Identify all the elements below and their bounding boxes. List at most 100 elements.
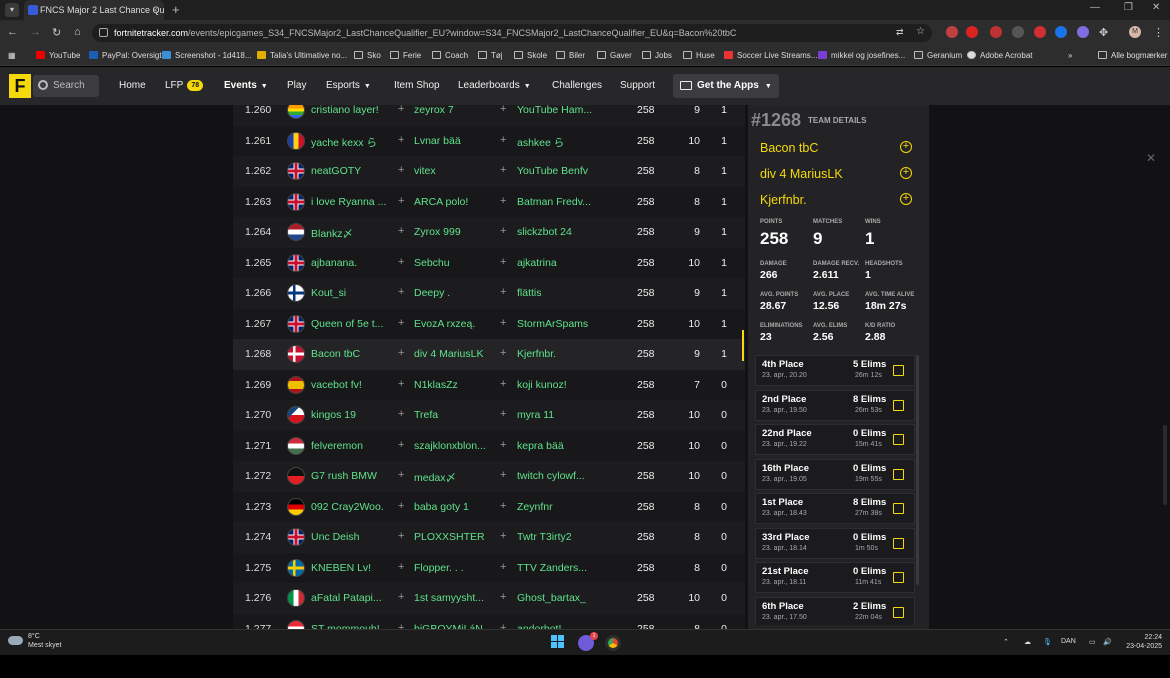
player-name-link[interactable]: Kout_si [311,287,391,299]
close-icon[interactable]: ✕ [1146,151,1156,165]
player-name-link[interactable]: Lvnar bää [414,135,492,147]
nav-home[interactable]: Home [119,67,146,105]
open-external-icon[interactable] [893,572,904,583]
bookmark-folder-skole[interactable]: Skole [514,46,547,66]
player-name-link[interactable]: Zeynfnr [517,501,593,513]
player-name-link[interactable]: Blankz〆 [311,226,391,241]
minimize-icon[interactable]: — [1090,2,1100,13]
leaderboard-row[interactable]: 1.266 Kout_si + Deepy . + flättis 258 9 1 [233,278,745,309]
network-icon[interactable]: ▭ [1089,638,1096,646]
player-name-link[interactable]: Flopper. . . [414,562,492,574]
player-name-link[interactable]: Trefa [414,409,492,421]
player-name-link[interactable]: ajkatrina [517,257,593,269]
bookmark-youtube[interactable]: YouTube [36,46,80,66]
leaderboard-row[interactable]: 1.261 yache kexx ら + Lvnar bää + ashkee ら 258 1… [233,125,745,156]
player-name-link[interactable]: cristiano layer! [311,105,391,116]
open-external-icon[interactable] [893,537,904,549]
weather-widget[interactable]: 8°C Mest skyet [28,632,61,650]
open-external-icon[interactable] [893,399,904,411]
player-name-link[interactable]: N1klasZz [414,379,492,391]
player-name-link[interactable]: myra 11 [517,409,593,421]
leaderboard-row[interactable]: 1.274 Unc Deish + PLOXXSHTER + Twtr T3irty2 25… [233,522,745,553]
leaderboard-row[interactable]: 1.269 vacebot fv! + N1klasZz + koji kunoz! 258… [233,369,745,400]
page-scrollbar[interactable] [1163,425,1167,505]
cloud-sync-icon[interactable]: ☁ [1024,638,1031,646]
player-name-link[interactable]: StormArSpams [517,318,593,330]
apps-grid-icon[interactable]: ▦ [8,46,16,66]
player-name-link[interactable]: ARCA polo! [414,196,492,208]
nav-leaderboards[interactable]: Leaderboards ▼ [458,67,531,106]
forward-icon[interactable]: → [30,26,41,38]
chrome-icon[interactable] [605,635,621,651]
player-name-link[interactable]: vacebot fv! [311,379,391,391]
extension-icon[interactable] [966,26,978,38]
player-name-link[interactable]: Queen of 5e t... [311,318,391,330]
player-name-link[interactable]: YouTube Ham... [517,105,593,116]
player-name-link[interactable]: szajklonxblon... [414,440,492,452]
home-icon[interactable]: ⌂ [74,26,81,38]
all-bookmarks[interactable]: Alle bogmærker [1098,46,1167,66]
match-list-scrollbar[interactable] [916,355,919,585]
bookmark-folder-toj[interactable]: Tøj [478,46,503,66]
microphone-icon[interactable]: 🎙 [1043,638,1052,646]
leaderboard-row[interactable]: 1.265 ajbanana. + Sebchu + ajkatrina 258 10 1 [233,247,745,278]
team-member-name[interactable]: div 4 MariusLK [760,167,843,181]
back-icon[interactable]: ← [7,26,18,38]
player-name-link[interactable]: YouTube Benfv [517,165,593,177]
nav-lfp[interactable]: LFP 78 [165,67,204,105]
player-name-link[interactable]: ashkee ら [517,135,593,150]
extension-icon[interactable] [1012,26,1024,38]
player-name-link[interactable]: 092 Cray2Woo. [311,501,391,513]
open-external-icon[interactable] [893,365,904,376]
player-name-link[interactable]: kingos 19 [311,409,391,421]
extension-icon[interactable] [1077,26,1089,38]
extension-icon[interactable] [1034,26,1046,38]
player-name-link[interactable]: div 4 MariusLK [414,348,492,360]
player-name-link[interactable]: Zyrox 999 [414,226,492,238]
leaderboard-row[interactable]: 1.270 kingos 19 + Trefa + myra 11 258 10 0 [233,400,745,431]
player-name-link[interactable]: Unc Deish [311,531,391,543]
match-card[interactable]: 2nd Place 23. apr., 19.50 8 Elims 26m 53s [755,389,915,421]
match-card[interactable]: 16th Place 23. apr., 19.05 0 Elims 19m 55s [755,458,915,490]
match-card[interactable]: 33rd Place 23. apr., 18.14 0 Elims 1m 50s [755,527,915,559]
bookmark-folder-huse[interactable]: Huse [683,46,715,66]
extension-icon[interactable] [990,26,1002,38]
fortnitetracker-logo[interactable]: F [9,74,31,98]
leaderboard-row[interactable]: 1.273 092 Cray2Woo. + baba goty 1 + Zeynfnr 25… [233,491,745,522]
nav-challenges[interactable]: Challenges [552,67,602,105]
open-external-icon[interactable] [893,434,904,445]
profile-avatar[interactable]: M [1129,26,1141,38]
player-name-link[interactable]: baba goty 1 [414,501,492,513]
player-name-link[interactable]: Kjerfnbr. [517,348,593,360]
leaderboard-row[interactable]: 1.263 i love Ryanna ... + ARCA polo! + Batman… [233,186,745,217]
system-clock[interactable]: 22:24 23-04-2025 [1122,633,1162,651]
player-name-link[interactable]: i love Ryanna ... [311,196,391,208]
extension-icon[interactable] [946,26,958,38]
player-name-link[interactable]: medax〆 [414,470,492,485]
browser-tab[interactable]: FNCS Major 2 Last Chance Qu × [24,0,164,20]
player-name-link[interactable]: Bacon tbC [311,348,391,360]
bookmark-folder-gaver[interactable]: Gaver [597,46,632,66]
reload-icon[interactable]: ↻ [52,26,61,39]
player-name-link[interactable]: Deepy . [414,287,492,299]
player-name-link[interactable]: KNEBEN Lv! [311,562,391,574]
maximize-icon[interactable]: ❐ [1124,2,1133,13]
leaderboard-row[interactable]: 1.267 Queen of 5e t... + EvozA rxzeą. + Storm… [233,308,745,339]
bookmark-soccer[interactable]: Soccer Live Streams... [724,46,817,66]
leaderboard-row[interactable]: 1.262 neatGOTY + vitex + YouTube Benfv 258 8 1 [233,156,745,187]
player-name-link[interactable]: Sebchu [414,257,492,269]
get-the-apps-button[interactable]: Get the Apps ▼ [673,74,779,98]
leaderboard-row[interactable]: 1.264 Blankz〆 + Zyrox 999 + slickzbot 24 258 9 1 [233,217,745,248]
player-name-link[interactable]: vitex [414,165,492,177]
bookmark-star-icon[interactable]: ☆ [916,26,925,37]
player-name-link[interactable]: EvozA rxzeą. [414,318,492,330]
team-member-name[interactable]: Bacon tbC [760,141,818,155]
add-circle-icon[interactable]: + [900,167,912,179]
chevron-up-icon[interactable]: ⌃ [1003,638,1009,646]
match-card[interactable]: 1st Place 23. apr., 18.43 8 Elims 27m 38s [755,493,915,524]
leaderboard-row[interactable]: 1.268 Bacon tbC + div 4 MariusLK + Kjerfnbr. 2… [233,339,745,370]
player-name-link[interactable]: slickzbot 24 [517,226,593,238]
player-name-link[interactable]: yache kexx ら [311,135,391,150]
match-card[interactable]: 6th Place 23. apr., 17.50 2 Elims 22m 04s [755,596,915,625]
player-name-link[interactable]: neatGOTY [311,165,391,177]
